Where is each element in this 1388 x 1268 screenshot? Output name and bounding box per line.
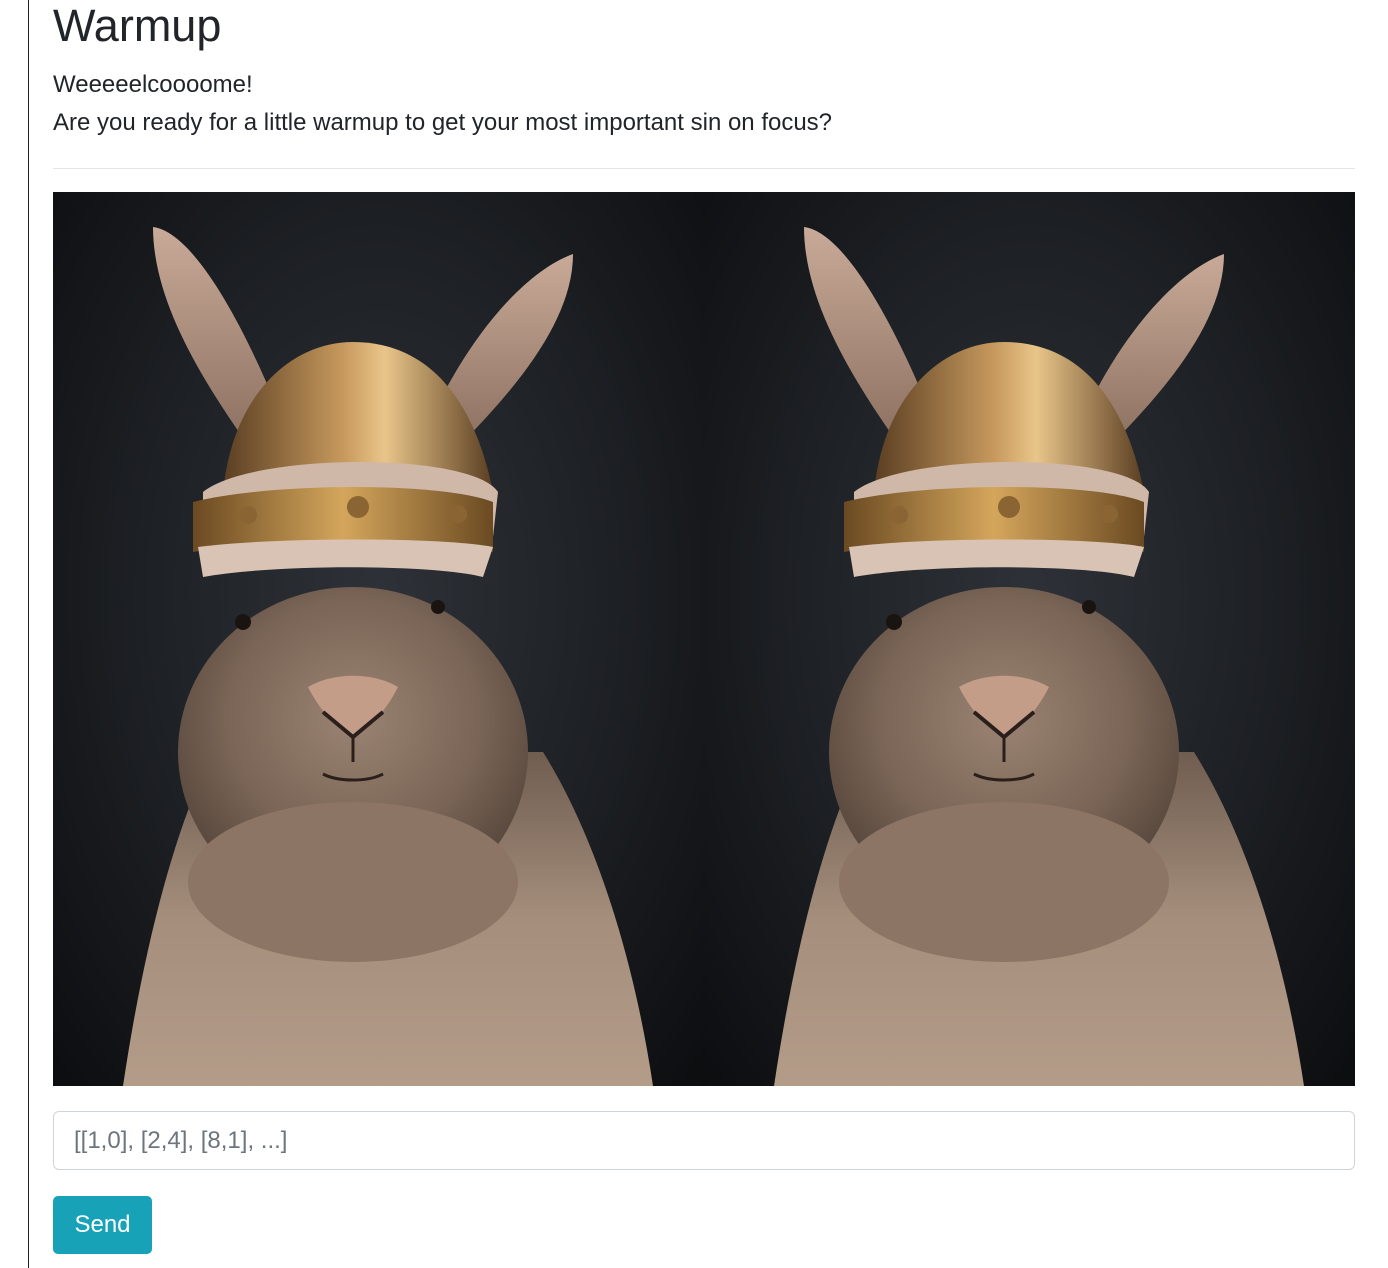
instruction-text: Are you ready for a little warmup to get… — [53, 109, 833, 136]
puzzle-image-left[interactable] — [53, 192, 704, 1086]
main-content: Warmup Weeeeelcoooome! Are you ready for… — [53, 0, 1355, 1254]
puzzle-image-right[interactable] — [704, 192, 1355, 1086]
answer-input[interactable] — [53, 1111, 1355, 1170]
intro-text: Weeeeelcoooome! Are you ready for a litt… — [53, 66, 1355, 142]
welcome-text: Weeeeelcoooome! — [53, 71, 253, 98]
rabbit-viking-helmet-image — [123, 227, 653, 1086]
rabbit-viking-helmet-image — [774, 227, 1304, 1086]
send-button[interactable]: Send — [53, 1196, 152, 1254]
page-title: Warmup — [53, 0, 222, 51]
divider — [53, 168, 1355, 169]
sidebar-border — [28, 0, 29, 1268]
spot-the-difference-image[interactable] — [53, 192, 1355, 1086]
